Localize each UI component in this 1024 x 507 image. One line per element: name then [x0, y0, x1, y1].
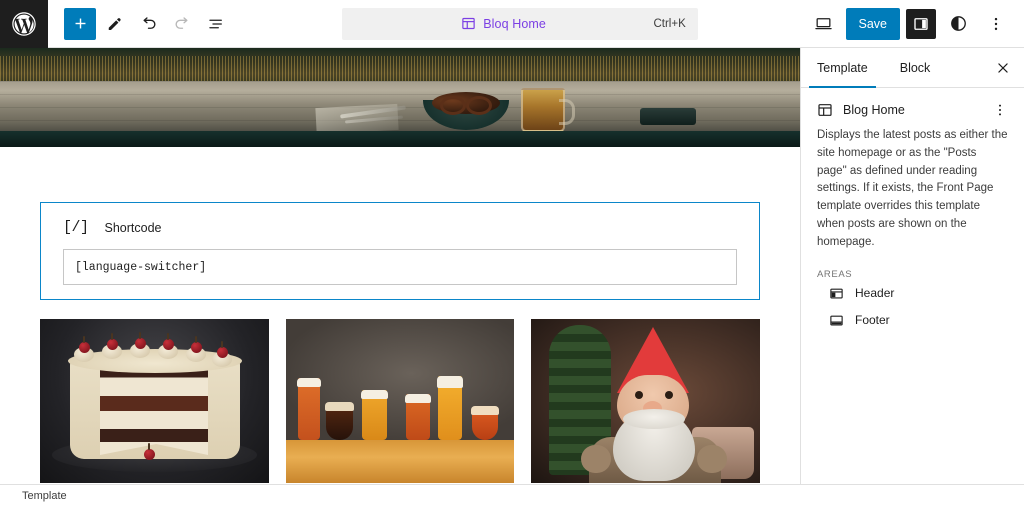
cake-cherry [135, 332, 146, 349]
template-layout-icon [461, 16, 476, 31]
shortcode-block[interactable]: [/] Shortcode [language-switcher] [40, 202, 760, 300]
beer-glass-tumbler [360, 390, 388, 441]
hero-wheat-field [0, 56, 800, 84]
styles-button[interactable] [942, 8, 974, 40]
shortcode-block-label: Shortcode [104, 220, 162, 235]
area-item-header[interactable]: Header [817, 280, 1008, 307]
footer-area-icon [829, 313, 844, 328]
image-gallery [40, 319, 761, 483]
editor-top-toolbar: Bloq Home Ctrl+K Save [0, 0, 1024, 48]
gallery-image-gnome[interactable] [531, 319, 761, 483]
hero-tray [640, 108, 696, 125]
areas-section-label: AREAS [817, 268, 853, 280]
cake-cherry [217, 341, 228, 358]
contrast-circle-icon [949, 14, 968, 33]
template-layout-icon [817, 102, 833, 118]
hero-beer-mug [521, 88, 575, 132]
breadcrumb-template[interactable]: Template [0, 490, 67, 502]
command-shortcut-hint: Ctrl+K [653, 17, 686, 30]
shortcode-value: [language-switcher] [75, 260, 207, 274]
gnome-moustache [623, 409, 686, 429]
tab-template[interactable]: Template [801, 48, 884, 88]
shortcode-icon: [/] [63, 219, 89, 236]
editor-body: [/] Shortcode [language-switcher] Templa… [0, 48, 1024, 484]
shortcode-block-header: [/] Shortcode [41, 203, 759, 236]
cake-cherry [163, 333, 174, 350]
settings-sidebar-toggle[interactable] [906, 8, 936, 39]
undo-button[interactable] [132, 8, 164, 40]
cake-cut-section [100, 363, 208, 455]
cake-cherry-on-plate [144, 443, 155, 460]
redo-arrow-icon [173, 14, 192, 33]
beer-glass-weizen [436, 376, 463, 441]
three-dots-vertical-icon [992, 102, 1008, 118]
document-title-bar[interactable]: Bloq Home Ctrl+K [341, 7, 698, 40]
three-dots-vertical-icon [987, 15, 1005, 33]
tab-block[interactable]: Block [884, 48, 947, 87]
beer-glass-tulip [470, 406, 499, 441]
sidebar-tabs: Template Block [801, 48, 1024, 88]
settings-sidebar: Template Block Blog Home Displays the la… [800, 48, 1024, 484]
wordpress-logo-icon [11, 11, 37, 37]
hero-foreground [0, 131, 800, 147]
cake-cherry [79, 336, 90, 353]
view-preview-button[interactable] [808, 8, 840, 40]
document-title: Bloq Home [483, 16, 546, 31]
beer-glass-snifter [324, 402, 354, 441]
template-options-button[interactable] [992, 102, 1008, 118]
save-button[interactable]: Save [845, 7, 900, 40]
edit-mode-button[interactable] [98, 8, 130, 40]
wordpress-logo-button[interactable] [0, 0, 48, 48]
cake-cherry [107, 333, 118, 350]
redo-button[interactable] [166, 8, 198, 40]
pencil-icon [105, 15, 123, 33]
undo-arrow-icon [139, 14, 158, 33]
plus-icon [72, 15, 89, 32]
hero-pretzel [432, 92, 500, 115]
beer-glass-pint [296, 378, 321, 441]
area-label: Footer [855, 313, 890, 328]
template-title: Blog Home [843, 103, 905, 117]
settings-panel-icon [912, 15, 930, 33]
toolbar-left-group [48, 7, 232, 40]
wordpress-site-editor: Bloq Home Ctrl+K Save [/] Shortcode [lan… [0, 0, 1024, 507]
editor-canvas[interactable]: [/] Shortcode [language-switcher] [0, 48, 800, 484]
template-header-row: Blog Home [817, 102, 1008, 118]
document-title-inner: Bloq Home [354, 16, 654, 31]
cake-cherry [191, 336, 202, 353]
list-view-icon [207, 15, 225, 33]
template-description: Displays the latest posts as either the … [817, 129, 1008, 248]
desktop-preview-icon [814, 14, 833, 33]
beer-glass-pint-amber [404, 394, 431, 441]
add-block-button[interactable] [64, 7, 96, 40]
gnome-arm-right [697, 445, 728, 473]
toolbar-center-group: Bloq Home Ctrl+K [232, 7, 808, 40]
list-view-button[interactable] [200, 8, 232, 40]
gallery-image-cake[interactable] [40, 319, 269, 483]
sidebar-content: Blog Home Displays the latest posts as e… [801, 88, 1024, 334]
beers-bar-top [285, 440, 515, 483]
hero-banner-image[interactable] [0, 48, 800, 147]
area-label: Header [855, 286, 895, 301]
gallery-image-beers[interactable] [285, 319, 515, 483]
header-area-icon [829, 286, 844, 301]
area-item-footer[interactable]: Footer [817, 307, 1008, 334]
gnome-arm-left [581, 445, 612, 473]
editor-footer-breadcrumb: Template [0, 484, 1024, 507]
more-options-button[interactable] [980, 8, 1012, 40]
close-x-icon [996, 61, 1010, 75]
shortcode-input[interactable]: [language-switcher] [63, 249, 737, 285]
toolbar-right-group: Save [808, 7, 1024, 40]
close-sidebar-button[interactable] [982, 48, 1024, 87]
